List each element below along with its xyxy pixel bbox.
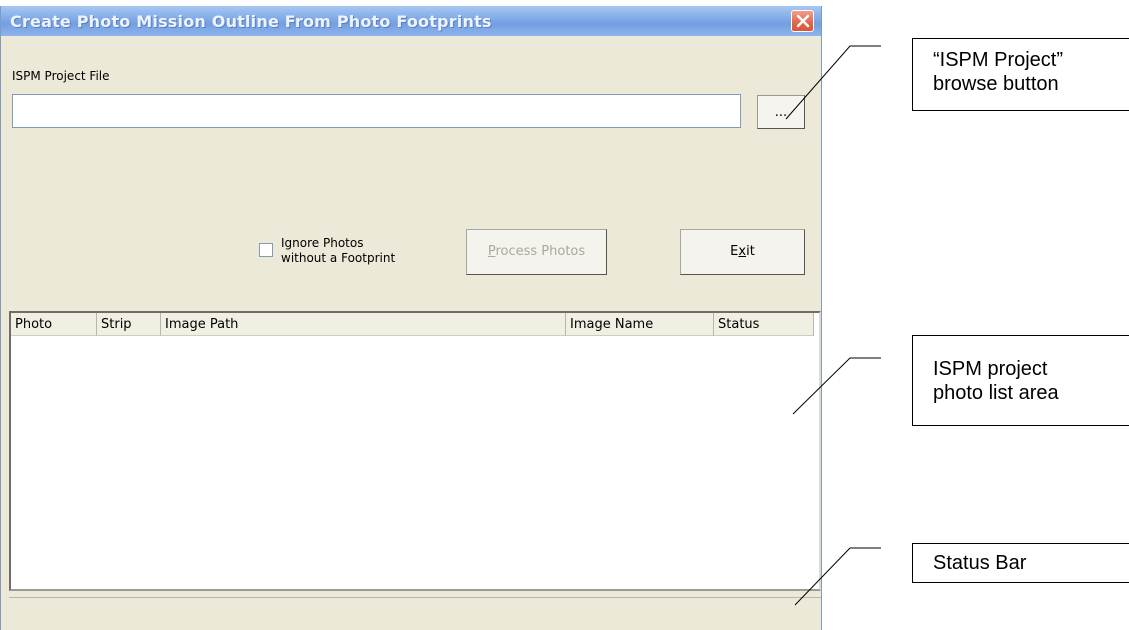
annotation-browse-line1: “ISPM Project” <box>933 49 1064 71</box>
leader-line-status <box>794 547 881 606</box>
annotation-photo-list: ISPM project photo list area <box>912 335 1129 426</box>
annotation-list-line2: photo list area <box>933 382 1059 404</box>
annotation-browse-button: “ISPM Project” browse button <box>912 38 1129 111</box>
leader-line-list <box>792 357 881 415</box>
leader-line-browse <box>785 45 881 120</box>
annotation-list-line1: ISPM project <box>933 358 1048 380</box>
annotation-status-bar: Status Bar <box>912 543 1129 583</box>
annotation-browse-line2: browse button <box>933 73 1059 95</box>
